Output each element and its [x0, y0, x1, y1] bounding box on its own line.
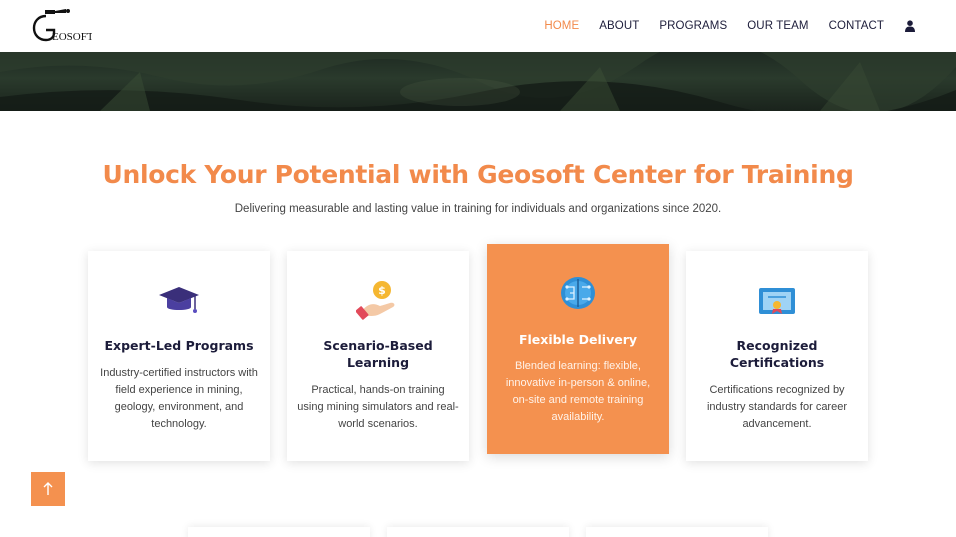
nav-our-team[interactable]: OUR TEAM [747, 20, 808, 32]
feature-card-scenario-based: $ Scenario-Based Learning Practical, han… [287, 251, 469, 461]
nav-home[interactable]: HOME [544, 20, 579, 32]
card-title: Scenario-Based Learning [323, 338, 433, 370]
next-row-card [387, 527, 569, 537]
page-headline: Unlock Your Potential with Geosoft Cente… [102, 160, 854, 189]
card-title: Flexible Delivery [518, 332, 638, 347]
card-description: Blended learning: flexible, innovative i… [505, 360, 651, 423]
nav-programs[interactable]: PROGRAMS [659, 20, 727, 32]
svg-text:EOSOFT: EOSOFT [52, 31, 92, 43]
feature-card-flexible-delivery: Flexible Delivery Blended learning: flex… [487, 244, 669, 454]
site-header: EOSOFT HOME ABOUT PROGRAMS OUR TEAM CONT… [0, 0, 956, 52]
main-nav: HOME ABOUT PROGRAMS OUR TEAM CONTACT [524, 0, 916, 52]
certificate-icon [686, 287, 868, 315]
geosoft-logo[interactable]: EOSOFT [32, 6, 92, 46]
feature-card-certifications: Recognized Certifications Certifications… [686, 251, 868, 461]
user-icon[interactable] [904, 19, 916, 33]
svg-text:$: $ [378, 284, 386, 297]
next-row-card [586, 527, 768, 537]
card-title: Expert-Led Programs [104, 338, 254, 353]
card-description: Practical, hands-on training using minin… [297, 384, 459, 430]
back-to-top-button[interactable] [31, 472, 65, 506]
card-description: Certifications recognized by industry st… [706, 384, 847, 430]
hero-banner-image [0, 52, 956, 111]
page-subheadline: Delivering measurable and lasting value … [234, 203, 722, 215]
arrow-up-icon [43, 482, 53, 495]
coin-hand-icon: $ [287, 279, 469, 321]
graduation-cap-icon [88, 283, 270, 319]
nav-contact[interactable]: CONTACT [829, 20, 884, 32]
logo-mark: EOSOFT [32, 9, 92, 43]
next-row-card [188, 527, 370, 537]
nav-about[interactable]: ABOUT [599, 20, 639, 32]
card-title: Recognized Certifications [729, 338, 825, 370]
feature-card-expert-led: Expert-Led Programs Industry-certified i… [88, 251, 270, 461]
card-description: Industry-certified instructors with fiel… [100, 367, 258, 430]
brain-circuit-icon [487, 274, 669, 312]
